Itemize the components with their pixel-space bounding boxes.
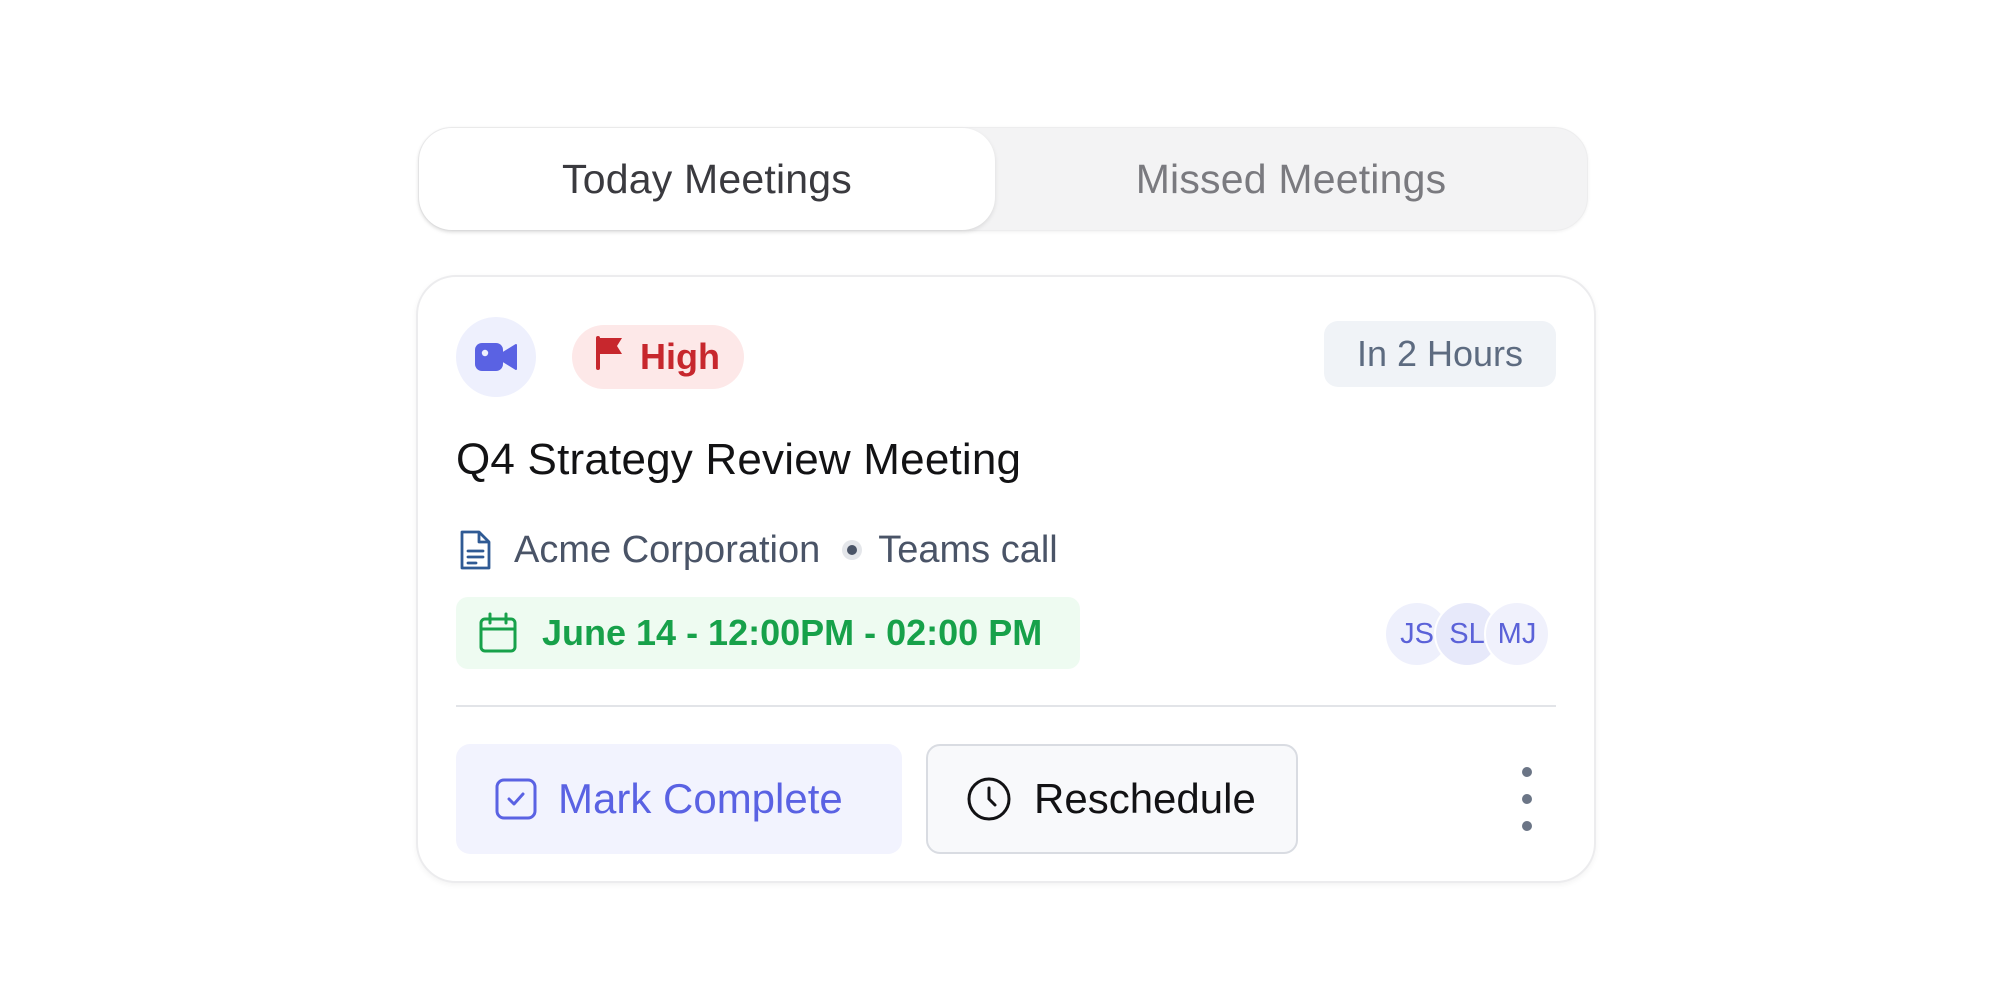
avatar[interactable]: MJ bbox=[1484, 601, 1550, 667]
schedule-text: June 14 - 12:00PM - 02:00 PM bbox=[542, 612, 1043, 653]
separator-dot bbox=[842, 540, 863, 560]
more-vertical-icon[interactable] bbox=[1512, 767, 1542, 831]
reschedule-button[interactable]: Reschedule bbox=[926, 744, 1298, 854]
video-camera-icon bbox=[456, 317, 536, 397]
call-type: Teams call bbox=[878, 528, 1058, 571]
card-divider bbox=[456, 705, 1556, 707]
meeting-company-row: Acme Corporation Teams call bbox=[458, 525, 1058, 575]
meetings-widget: Today Meetings Missed Meetings High In 2… bbox=[0, 0, 2000, 1000]
priority-badge: High bbox=[572, 325, 744, 389]
flag-icon bbox=[594, 334, 624, 381]
attendee-avatars: JS SL MJ bbox=[1384, 601, 1554, 667]
reschedule-label: Reschedule bbox=[1034, 775, 1256, 822]
priority-label: High bbox=[640, 336, 720, 377]
tab-missed-meetings[interactable]: Missed Meetings bbox=[995, 128, 1587, 230]
meeting-schedule: June 14 - 12:00PM - 02:00 PM bbox=[456, 597, 1080, 669]
time-until-badge: In 2 Hours bbox=[1324, 321, 1556, 387]
checkbox-icon bbox=[494, 777, 538, 821]
mark-complete-label: Mark Complete bbox=[558, 775, 843, 822]
mark-complete-button[interactable]: Mark Complete bbox=[456, 744, 902, 854]
meeting-card: High In 2 Hours Q4 Strategy Review Meeti… bbox=[416, 275, 1596, 883]
clock-icon bbox=[966, 776, 1012, 822]
tab-today-meetings[interactable]: Today Meetings bbox=[419, 128, 995, 230]
document-icon bbox=[458, 529, 492, 571]
calendar-icon bbox=[478, 612, 518, 654]
meeting-tabs: Today Meetings Missed Meetings bbox=[418, 127, 1588, 231]
meeting-title: Q4 Strategy Review Meeting bbox=[456, 435, 1022, 484]
company-name: Acme Corporation bbox=[514, 528, 821, 571]
